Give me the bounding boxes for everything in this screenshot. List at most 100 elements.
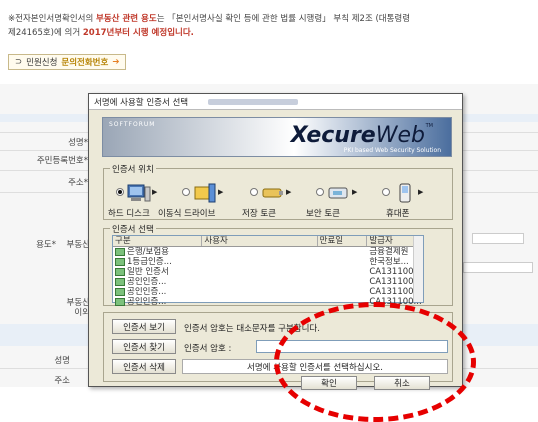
logo-light: Web (375, 123, 425, 148)
radio-security-token[interactable] (316, 188, 324, 196)
arrow-right-icon: ➔ (112, 57, 120, 67)
delete-certificate-button[interactable]: 인증서 삭제 (112, 359, 176, 374)
xecureweb-banner: SOFTFORUM XecureWeb TM PKI based Web Sec… (102, 117, 452, 157)
notice-text-part: ※전자본인서명확인서의 (8, 14, 97, 24)
radio-removable-drive[interactable] (182, 188, 190, 196)
cert-user (202, 257, 317, 267)
cert-expiry (318, 297, 368, 307)
certificate-icon (115, 267, 125, 276)
cert-expiry (318, 257, 368, 267)
table-row[interactable]: 공인인증... CA131100... (113, 277, 423, 287)
table-row[interactable]: 공인인증... CA131100... (113, 287, 423, 297)
arrow-right-icon: ▶ (286, 188, 292, 196)
location-group-title: 인증서 위치 (110, 163, 156, 175)
column-header[interactable]: 사용자 (202, 236, 318, 246)
notice-emphasis: 2017년부터 시행 예정입니다. (82, 28, 194, 38)
cert-user (202, 247, 317, 257)
other-label: 이외 (74, 308, 90, 318)
certificate-icon (115, 287, 125, 296)
arrow-right-icon: ▶ (218, 188, 224, 196)
password-label: 인증서 암호 : (184, 344, 232, 354)
dialog-title: 서명에 사용할 인증서 선택 (94, 97, 189, 108)
column-header[interactable]: 구분 (113, 236, 203, 246)
certificate-actions-group: 인증서 보기 인증서 암호는 대소문자를 구분합니다. 인증서 찾기 인증서 암… (103, 312, 453, 382)
cert-expiry (318, 287, 368, 297)
address-label: 주소* (68, 178, 88, 188)
notice-text: ※전자본인서명확인서의 부동산 관련 용도는 「본인서명사실 확인 등에 관한 … (8, 12, 528, 40)
device-label-mobile-phone: 휴대폰 (386, 209, 410, 219)
banner-subtitle: PKI based Web Security Solution (343, 147, 441, 154)
device-security-token[interactable]: ▶ (316, 183, 357, 201)
xecureweb-logo: XecureWeb (291, 123, 425, 148)
cert-type: 일반 인증서 (127, 267, 169, 277)
radio-storage-token[interactable] (250, 188, 258, 196)
dialog-titlebar[interactable]: 서명에 사용할 인증서 선택 (89, 94, 462, 110)
certificate-icon (115, 297, 125, 306)
address-label-2: 주소 (54, 376, 70, 386)
table-scrollbar[interactable] (413, 236, 423, 302)
certificate-icon (115, 247, 125, 256)
removable-drive-icon (193, 183, 216, 203)
cert-expiry (318, 277, 368, 287)
cert-type: 1등급인증... (127, 257, 172, 267)
cert-type-cell: 공인인증... (113, 297, 202, 307)
cert-expiry (318, 247, 368, 257)
status-message: 서명에 사용할 인증서를 선택하십시오. (182, 359, 448, 374)
column-header[interactable]: 만료일 (318, 236, 368, 246)
cert-type: 공인인증... (127, 287, 167, 297)
civil-request-button[interactable]: ⊃ 민원신청 문의전화번호 ➔ (8, 54, 127, 70)
notice-text-part: 는 「본인서명사실 확인 등에 관한 법률 시행령」 부칙 제2조 (대통령령 (156, 14, 411, 24)
contact-number-link[interactable]: 문의전화번호 (61, 56, 108, 68)
table-row[interactable]: 은행/보험용 금융결제원 (113, 247, 423, 257)
certificate-select-group: 인증서 선택 구분 사용자 만료일 발급자 은행/보험용 금융결제원 1등급인증.… (103, 223, 453, 307)
cert-type: 공인인증... (127, 277, 167, 287)
name-label-2: 성명 (54, 356, 70, 366)
ok-button[interactable]: 확인 (301, 376, 357, 390)
certificate-password-input[interactable] (256, 340, 448, 353)
hard-disk-icon (127, 183, 151, 202)
case-sensitive-hint: 인증서 암호는 대소문자를 구분합니다. (184, 324, 320, 334)
security-token-icon (327, 183, 349, 201)
background-input[interactable] (463, 262, 533, 273)
device-removable[interactable]: ▶ (182, 183, 224, 203)
arrow-right-icon: ▶ (418, 188, 424, 196)
table-row[interactable]: 공인인증... CA131100... (113, 297, 423, 307)
trademark: TM (425, 123, 433, 129)
cert-type-cell: 1등급인증... (113, 257, 202, 267)
arrow-right-icon: ▶ (352, 188, 358, 196)
certificate-icon (115, 257, 125, 266)
blurred-url (208, 98, 299, 105)
link-icon: ⊃ (15, 57, 23, 67)
arrow-right-icon: ▶ (152, 188, 158, 196)
device-hard-disk[interactable]: ▶ (116, 183, 158, 202)
cert-type: 은행/보험용 (127, 247, 169, 257)
certificate-table[interactable]: 구분 사용자 만료일 발급자 은행/보험용 금융결제원 1등급인증... 한국정보.… (112, 235, 424, 307)
cert-user (202, 287, 317, 297)
storage-token-icon (261, 183, 283, 201)
notice-text-part: 제24165호)에 의거 (8, 28, 83, 38)
name-label: 성명* (68, 138, 88, 148)
softforum-brand: SOFTFORUM (109, 121, 156, 128)
certificate-icon (115, 277, 125, 286)
cancel-button[interactable]: 취소 (374, 376, 430, 390)
resident-number-label: 주민등록번호* (36, 156, 88, 166)
certificate-dialog: 서명에 사용할 인증서 선택 SOFTFORUM XecureWeb TM PK… (88, 93, 463, 390)
radio-hard-disk[interactable] (116, 188, 124, 196)
cert-user (202, 297, 317, 307)
view-certificate-button[interactable]: 인증서 보기 (112, 319, 176, 334)
cert-type-cell: 일반 인증서 (113, 267, 202, 277)
radio-mobile-phone[interactable] (382, 188, 390, 196)
table-row[interactable]: 일반 인증서 CA131100... (113, 267, 423, 277)
find-certificate-button[interactable]: 인증서 찾기 (112, 339, 176, 354)
background-input[interactable] (472, 233, 524, 244)
device-mobile-phone[interactable]: ▶ (382, 183, 424, 203)
mobile-phone-icon (393, 183, 415, 203)
civil-request-label: 민원신청 (26, 58, 58, 68)
table-header: 구분 사용자 만료일 발급자 (113, 236, 423, 247)
cert-user (202, 277, 317, 287)
device-storage-token[interactable]: ▶ (250, 183, 291, 201)
table-row[interactable]: 1등급인증... 한국정보... (113, 257, 423, 267)
device-label-removable: 이동식 드라이브 (158, 209, 216, 219)
cert-type-cell: 은행/보험용 (113, 247, 202, 257)
cert-expiry (318, 267, 368, 277)
